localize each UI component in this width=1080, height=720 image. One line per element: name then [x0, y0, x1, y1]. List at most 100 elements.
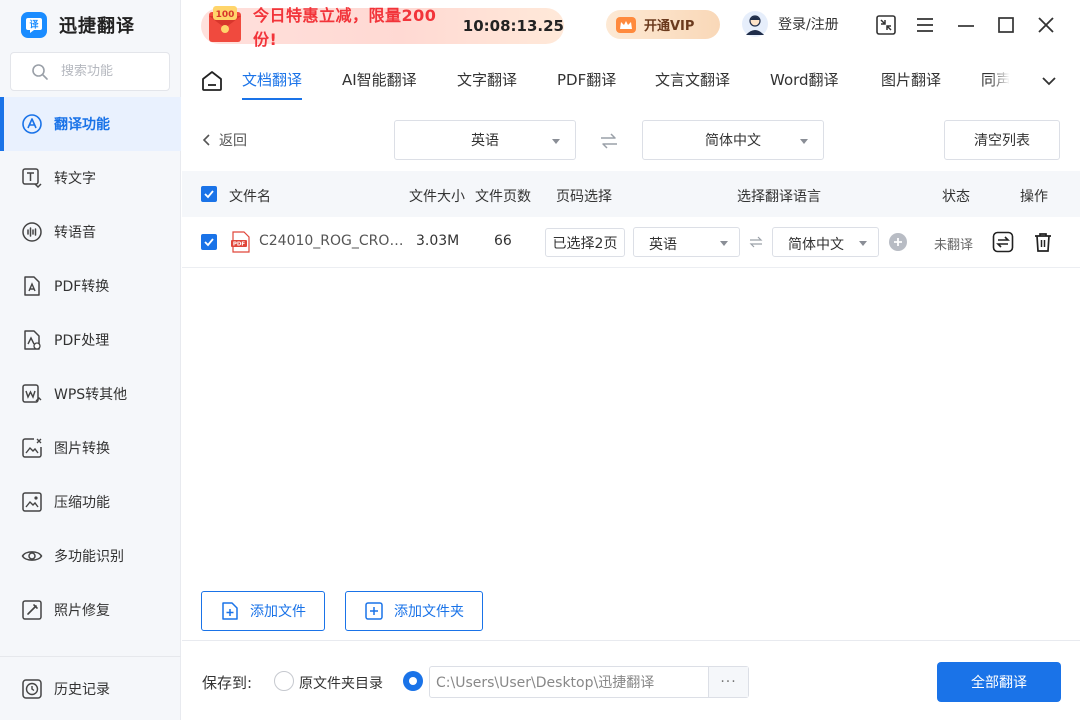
history-label: 历史记录	[54, 681, 110, 698]
caret-down-icon	[720, 241, 728, 246]
header-page-select: 页码选择	[556, 189, 612, 205]
footer-bar: 保存到: 原文件夹目录 ··· 全部翻译	[182, 640, 1080, 720]
tab-image-translate[interactable]: 图片翻译	[881, 60, 941, 104]
maximize-icon[interactable]	[995, 14, 1017, 36]
sidebar-item-text-convert[interactable]: 转文字	[0, 151, 181, 205]
sidebar-item-label: WPS转其他	[54, 387, 128, 403]
pdf-file-icon: PDF	[231, 231, 250, 253]
header-language: 选择翻译语言	[737, 189, 821, 205]
tab-word-translate[interactable]: Word翻译	[770, 60, 839, 104]
tab-bar: 文档翻译 AI智能翻译 文字翻译 PDF翻译 文言文翻译 Word翻译 图片翻译…	[242, 60, 1018, 104]
page-select-button[interactable]: 已选择2页	[545, 228, 625, 257]
login-button[interactable]: 登录/注册	[741, 10, 839, 38]
home-icon[interactable]	[200, 69, 224, 93]
sidebar-item-label: 多功能识别	[54, 549, 124, 565]
sidebar-item-pdf-convert[interactable]: PDF转换	[0, 259, 181, 313]
translate-all-button[interactable]: 全部翻译	[937, 662, 1061, 702]
chevron-down-icon[interactable]	[1038, 70, 1060, 92]
sidebar-item-label: 图片转换	[54, 441, 110, 457]
promo-badge: 100	[216, 10, 235, 20]
avatar	[742, 11, 768, 37]
target-language-select[interactable]: 简体中文	[642, 120, 824, 160]
source-language-select[interactable]: 英语	[394, 120, 576, 160]
sidebar-item-photo-repair[interactable]: 照片修复	[0, 583, 181, 637]
photo-repair-icon	[22, 600, 42, 620]
wps-icon	[22, 384, 42, 403]
original-directory-label: 原文件夹目录	[299, 676, 383, 692]
pdf-process-icon	[24, 330, 41, 350]
tab-doc-translate[interactable]: 文档翻译	[242, 60, 303, 104]
sidebar-item-translate[interactable]: 翻译功能	[0, 97, 181, 151]
check-icon	[204, 238, 214, 247]
menu-icon[interactable]	[914, 14, 936, 36]
select-all-checkbox[interactable]	[201, 186, 217, 202]
radio-custom-directory[interactable]	[403, 671, 423, 691]
tab-pdf-translate[interactable]: PDF翻译	[557, 60, 616, 104]
search-icon	[32, 63, 48, 80]
browse-button[interactable]: ···	[708, 667, 748, 697]
promo-banner[interactable]: 100 今日特惠立减，限量200份! 10:08:13.25	[201, 6, 564, 49]
header-page-count: 文件页数	[475, 189, 531, 205]
app-name: 迅捷翻译	[59, 16, 135, 37]
sidebar-item-pdf-process[interactable]: PDF处理	[0, 313, 181, 367]
header-action: 操作	[1020, 189, 1048, 205]
status-text: 未翻译	[934, 238, 974, 253]
add-language-icon[interactable]	[889, 233, 907, 251]
sidebar-item-label: 翻译功能	[54, 117, 110, 133]
app-logo: 译 迅捷翻译	[20, 11, 135, 39]
sidebar: 译 迅捷翻译 翻译功能 转文字 转语音 PDF转换 PDF处理 WP	[0, 0, 181, 720]
file-name: C24010_ROG_CROSSHAIR	[259, 233, 409, 249]
sidebar-item-voice[interactable]: 转语音	[0, 205, 181, 259]
red-envelope-icon: 100	[209, 6, 241, 42]
row-source-language-value: 英语	[649, 237, 677, 253]
output-path-field: ···	[429, 666, 749, 698]
close-icon[interactable]	[1035, 14, 1057, 36]
text-convert-icon	[22, 168, 42, 189]
tab-classical-translate[interactable]: 文言文翻译	[655, 60, 730, 104]
sidebar-item-compress[interactable]: 压缩功能	[0, 475, 181, 529]
save-to-label: 保存到:	[202, 674, 253, 692]
tab-ai-translate[interactable]: AI智能翻译	[342, 60, 417, 104]
sidebar-item-history[interactable]: 历史记录	[0, 656, 181, 720]
add-folder-label: 添加文件夹	[394, 604, 464, 620]
back-button[interactable]: 返回	[201, 130, 247, 150]
swap-languages-icon[interactable]	[598, 131, 620, 151]
chevron-left-icon	[202, 134, 210, 146]
row-target-language-select[interactable]: 简体中文	[772, 227, 879, 257]
add-folder-button[interactable]: 添加文件夹	[345, 591, 483, 631]
add-file-button[interactable]: 添加文件	[201, 591, 325, 631]
vip-button[interactable]: 开通VIP	[606, 10, 720, 39]
sidebar-item-label: 压缩功能	[54, 495, 110, 511]
caret-down-icon	[859, 241, 867, 246]
translate-action-icon[interactable]	[992, 231, 1014, 253]
caret-down-icon	[800, 139, 808, 144]
add-file-label: 添加文件	[250, 604, 306, 620]
file-size: 3.03M	[416, 233, 460, 249]
shrink-window-icon[interactable]	[875, 14, 897, 36]
sidebar-item-label: 转语音	[54, 225, 96, 241]
header-file-size: 文件大小	[409, 189, 465, 205]
swap-languages-icon[interactable]	[749, 236, 763, 248]
history-icon	[22, 678, 42, 699]
search-box[interactable]	[10, 52, 170, 91]
sidebar-item-image-convert[interactable]: 图片转换	[0, 421, 181, 475]
sidebar-item-wps[interactable]: WPS转其他	[0, 367, 181, 421]
sidebar-item-recognize[interactable]: 多功能识别	[0, 529, 181, 583]
radio-original-directory[interactable]	[274, 671, 294, 691]
row-checkbox[interactable]	[201, 234, 217, 250]
recognize-icon	[21, 551, 43, 561]
search-input[interactable]	[61, 64, 161, 79]
back-label: 返回	[219, 133, 247, 149]
clear-list-button[interactable]: 清空列表	[944, 120, 1060, 160]
source-language-value: 英语	[471, 133, 499, 149]
sidebar-item-label: PDF转换	[54, 279, 110, 295]
trash-icon[interactable]	[1032, 231, 1054, 253]
sidebar-item-label: 转文字	[54, 171, 96, 187]
minimize-icon[interactable]	[955, 14, 977, 36]
row-source-language-select[interactable]: 英语	[633, 227, 740, 257]
header-status: 状态	[942, 189, 970, 205]
output-path-input[interactable]	[430, 667, 708, 697]
login-label: 登录/注册	[778, 17, 839, 33]
page-count: 66	[494, 233, 512, 249]
tab-text-translate[interactable]: 文字翻译	[457, 60, 517, 104]
